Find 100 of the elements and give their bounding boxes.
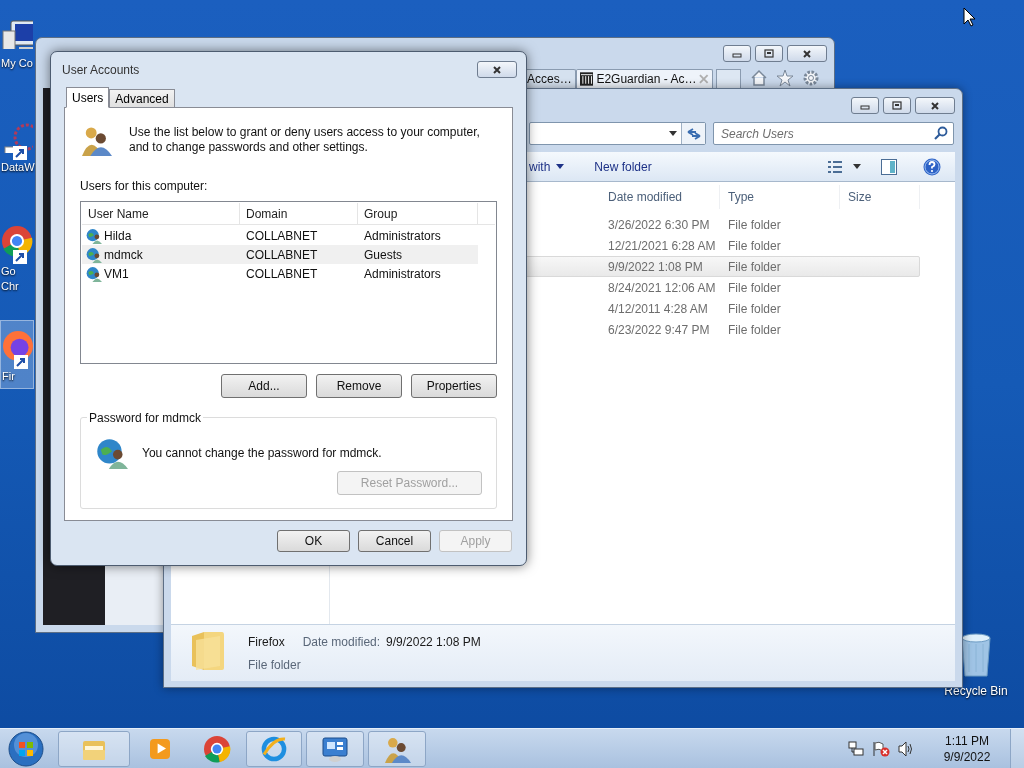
domain-cell-text: COLLABNET xyxy=(245,265,319,283)
user-row[interactable]: Hilda COLLABNET Administrators xyxy=(82,226,478,245)
dropdown-caret-icon xyxy=(556,164,565,169)
shortcut-arrow-icon xyxy=(14,355,28,369)
button[interactable]: Cancel xyxy=(358,530,431,552)
user-row[interactable]: mdmck COLLABNET Guests xyxy=(82,245,478,264)
user-name: VM1 xyxy=(104,265,129,283)
taskbar-button[interactable] xyxy=(306,730,364,767)
maximize-button[interactable] xyxy=(755,45,783,62)
tab[interactable]: Users xyxy=(66,87,110,108)
file-type: File folder xyxy=(248,657,302,674)
icon-label: My Co xyxy=(1,56,33,71)
date-label: Date modified: xyxy=(302,634,381,651)
dropdown-caret-icon[interactable] xyxy=(669,131,677,136)
toolbar-button[interactable]: with xyxy=(529,157,565,176)
flag-icon[interactable] xyxy=(872,740,890,757)
file-name: Firefox xyxy=(248,634,285,651)
desktop-icon[interactable]: Fir xyxy=(0,320,34,389)
clock-date: 9/9/2022 xyxy=(943,748,991,765)
toolbar-button[interactable]: New folder xyxy=(594,157,652,176)
window-title: User Accounts xyxy=(62,61,140,79)
network-icon[interactable] xyxy=(848,740,864,757)
settings-icon[interactable] xyxy=(802,69,820,87)
user-name: mdmck xyxy=(104,246,143,264)
user-list[interactable]: User Name Domain Group Hilda COLLABNET Administrators mdmck COLLABNET Guests VM1 COLLABNET Administrators xyxy=(80,201,497,364)
group-cell-text: Administrators xyxy=(363,227,442,245)
globe-user-icon xyxy=(96,437,128,469)
desktop-icon[interactable]: Go Chr xyxy=(0,216,34,298)
icon-label: Fir xyxy=(2,369,15,384)
tab[interactable]: Advanced xyxy=(109,89,175,107)
column-header[interactable]: Group xyxy=(358,203,478,224)
speaker-icon[interactable] xyxy=(898,740,914,757)
start-orb-icon xyxy=(8,730,44,767)
intro-text: Use the list below to grant or deny users access to your computer, and to change passwords and other settings. xyxy=(129,125,480,155)
date-cell-text: 9/9/2022 1:08 PM xyxy=(607,258,704,276)
date-cell-text: 3/26/2022 6:30 PM xyxy=(607,216,711,234)
button: Apply xyxy=(439,530,512,552)
domain-cell-text: COLLABNET xyxy=(245,246,319,264)
list-label: Users for this computer: xyxy=(80,178,209,195)
close-button[interactable] xyxy=(477,61,517,78)
preview-pane-icon[interactable] xyxy=(881,158,897,175)
button[interactable]: Remove xyxy=(316,374,402,398)
column-header[interactable]: Type xyxy=(720,185,840,209)
close-icon xyxy=(800,48,814,59)
button[interactable]: Add... xyxy=(221,374,307,398)
user-name: Hilda xyxy=(104,227,132,245)
shortcut-arrow-icon xyxy=(13,250,27,264)
type-cell-text: File folder xyxy=(727,258,782,276)
star-icon[interactable] xyxy=(776,69,794,87)
views-button[interactable] xyxy=(827,159,861,174)
type-cell-text: File folder xyxy=(727,279,782,297)
taskbar-button[interactable] xyxy=(246,730,302,767)
clock[interactable]: 1:11 PM 9/9/2022 xyxy=(936,732,998,765)
close-button[interactable] xyxy=(915,97,955,114)
home-icon[interactable] xyxy=(750,69,768,87)
column-header[interactable]: Size xyxy=(840,185,920,209)
date-value: 9/9/2022 1:08 PM xyxy=(386,634,481,651)
type-cell-text: File folder xyxy=(727,321,782,339)
button: Reset Password... xyxy=(337,471,482,495)
minimize-button[interactable] xyxy=(723,45,751,62)
date-cell-text: 4/12/2011 4:28 AM xyxy=(607,300,709,318)
clock-time: 1:11 PM xyxy=(945,732,989,749)
globe-user-icon xyxy=(86,265,102,282)
new-tab-button[interactable] xyxy=(716,69,741,88)
folder-icon xyxy=(190,630,226,672)
list-view-icon xyxy=(827,159,843,174)
search-icon xyxy=(934,126,948,140)
help-icon[interactable] xyxy=(923,157,941,176)
search-field[interactable]: Search Users xyxy=(713,122,954,145)
message-text: You cannot change the password for mdmck. xyxy=(142,445,382,462)
browser-icon xyxy=(203,734,231,763)
date-cell-text: 8/24/2021 12:06 AM xyxy=(607,279,717,297)
maximize-icon xyxy=(762,48,776,59)
browser-icon xyxy=(2,330,34,362)
taskbar-button[interactable] xyxy=(368,730,426,767)
shortcut-arrow-icon xyxy=(13,146,27,160)
tab-label: E2Guardian - Ac… xyxy=(596,71,697,88)
dropdown-caret-icon xyxy=(853,164,861,169)
browser-tab[interactable]: E2Guardian - Ac… xyxy=(576,69,713,88)
globe-user-icon xyxy=(86,227,102,244)
cursor-icon xyxy=(963,7,976,27)
icon-label: Chr xyxy=(1,279,19,294)
address-field[interactable] xyxy=(529,122,706,145)
icon-label: Go xyxy=(1,264,16,279)
icon-label: DataW xyxy=(1,160,35,175)
type-cell-text: File folder xyxy=(727,300,782,318)
browser-icon xyxy=(1,225,33,257)
minimize-button[interactable] xyxy=(851,97,879,114)
close-icon xyxy=(928,100,942,111)
column-header[interactable]: Date modified xyxy=(600,185,720,209)
domain-cell-text: COLLABNET xyxy=(245,227,319,245)
column-header[interactable]: Domain xyxy=(240,203,358,224)
button[interactable]: OK xyxy=(277,530,350,552)
building-icon xyxy=(580,72,594,86)
button[interactable]: Properties xyxy=(411,374,497,398)
column-header[interactable]: User Name xyxy=(82,203,240,224)
type-cell-text: File folder xyxy=(727,216,782,234)
maximize-icon xyxy=(890,100,904,111)
maximize-button[interactable] xyxy=(883,97,911,114)
close-button[interactable] xyxy=(787,45,827,62)
